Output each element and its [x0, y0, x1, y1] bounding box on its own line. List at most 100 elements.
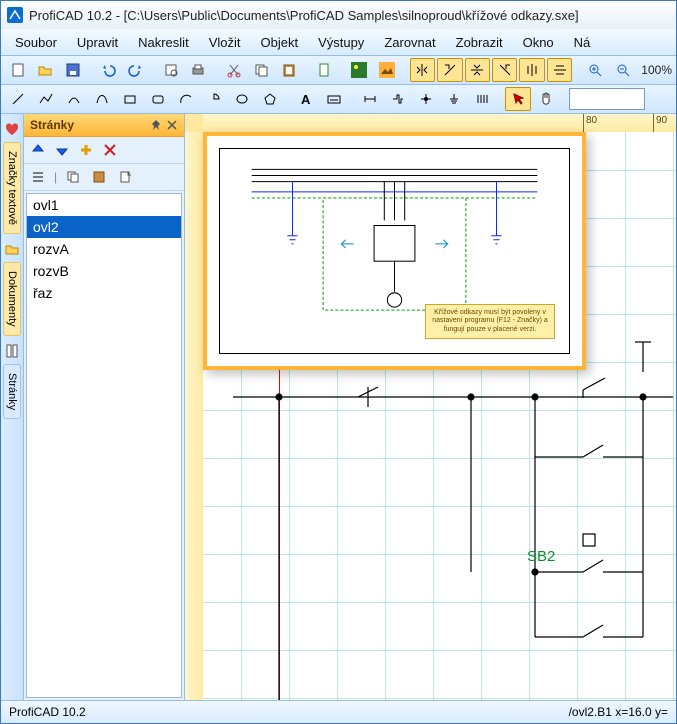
- list-item[interactable]: ovl1: [27, 194, 181, 216]
- print-button[interactable]: [186, 58, 211, 82]
- app-window: ProfiCAD 10.2 - [C:\Users\Public\Documen…: [0, 0, 677, 724]
- toolbar-draw: A: [1, 85, 676, 114]
- list-item[interactable]: ovl2: [27, 216, 181, 238]
- panel-tools2: |: [24, 164, 184, 191]
- list-item[interactable]: řaz: [27, 282, 181, 304]
- menu-nakreslit[interactable]: Nakreslit: [128, 31, 199, 54]
- mirror-v-button[interactable]: [547, 58, 572, 82]
- cut-button[interactable]: [221, 58, 246, 82]
- menu-upravit[interactable]: Upravit: [67, 31, 128, 54]
- drawing-canvas[interactable]: SB2: [203, 132, 676, 700]
- vtab-stranky[interactable]: Stránky: [3, 364, 21, 419]
- polygon-tool[interactable]: [257, 87, 283, 111]
- copy-page-button[interactable]: [63, 167, 83, 187]
- copy-button[interactable]: [249, 58, 274, 82]
- label-tool[interactable]: [321, 87, 347, 111]
- panel-title: Stránky: [24, 114, 184, 137]
- window-title: ProfiCAD 10.2 - [C:\Users\Public\Documen…: [29, 8, 579, 23]
- folder-icon[interactable]: [4, 241, 20, 257]
- component-label-sb2: SB2: [527, 548, 555, 565]
- close-icon[interactable]: [166, 119, 178, 131]
- redo-button[interactable]: [123, 58, 148, 82]
- new-page-button[interactable]: [115, 167, 135, 187]
- new-button[interactable]: [5, 58, 30, 82]
- list-item[interactable]: rozvB: [27, 260, 181, 282]
- move-down-button[interactable]: [52, 140, 72, 160]
- ellipse-tool[interactable]: [229, 87, 255, 111]
- mirror-h-button[interactable]: [519, 58, 544, 82]
- pages-panel: Stránky | ovl1 ovl2: [24, 114, 185, 700]
- image1-button[interactable]: [347, 58, 372, 82]
- wire-tool[interactable]: [385, 87, 411, 111]
- bus-tool[interactable]: [469, 87, 495, 111]
- list-item[interactable]: rozvA: [27, 238, 181, 260]
- vtab-dokumenty[interactable]: Dokumenty: [3, 262, 21, 336]
- save-button[interactable]: [60, 58, 85, 82]
- zoom-in-button[interactable]: [582, 58, 607, 82]
- pan-tool[interactable]: [533, 87, 559, 111]
- heart-icon[interactable]: [4, 121, 20, 137]
- menu-objekt[interactable]: Objekt: [250, 31, 308, 54]
- menu-zarovnat[interactable]: Zarovnat: [374, 31, 445, 54]
- undo-button[interactable]: [95, 58, 120, 82]
- toolbar-main: 100%: [1, 56, 676, 85]
- open-button[interactable]: [32, 58, 57, 82]
- paste-button[interactable]: [276, 58, 301, 82]
- zoom-level[interactable]: 100%: [641, 63, 672, 77]
- canvas-area: 80 90: [185, 114, 676, 700]
- pages-list[interactable]: ovl1 ovl2 rozvA rozvB řaz: [26, 193, 182, 698]
- menu-more[interactable]: Ná: [564, 31, 601, 54]
- pages-icon[interactable]: [4, 343, 20, 359]
- move-up-button[interactable]: [28, 140, 48, 160]
- panel-tools: [24, 137, 184, 164]
- bezier-tool[interactable]: [89, 87, 115, 111]
- menu-zobrazit[interactable]: Zobrazit: [446, 31, 513, 54]
- vtab-znacky[interactable]: Značky textově: [3, 142, 21, 234]
- pie-tool[interactable]: [201, 87, 227, 111]
- titlebar: ProfiCAD 10.2 - [C:\Users\Public\Documen…: [1, 1, 676, 29]
- text-tool[interactable]: A: [293, 87, 319, 111]
- preview-note: Křížové odkazy musí být povoleny v nasta…: [425, 304, 555, 339]
- statusbar: ProfiCAD 10.2 /ovl2.B1 x=16.0 y=: [1, 700, 676, 723]
- main-area: Značky textově Dokumenty Stránky Stránky: [1, 114, 676, 700]
- pin-icon[interactable]: [150, 119, 162, 131]
- curve-tool[interactable]: [61, 87, 87, 111]
- zoom-out-button[interactable]: [610, 58, 635, 82]
- page-preview-tooltip: Křížové odkazy musí být povoleny v nasta…: [203, 132, 586, 370]
- vertical-tabs: Značky textově Dokumenty Stránky: [1, 114, 24, 700]
- ruler-vertical: [185, 132, 204, 700]
- junction-tool[interactable]: [413, 87, 439, 111]
- roundrect-tool[interactable]: [145, 87, 171, 111]
- rotate-right-button[interactable]: [492, 58, 517, 82]
- menu-vlozit[interactable]: Vložit: [199, 31, 251, 54]
- menu-okno[interactable]: Okno: [513, 31, 564, 54]
- rect-tool[interactable]: [117, 87, 143, 111]
- ground-tool[interactable]: [441, 87, 467, 111]
- menu-soubor[interactable]: Soubor: [5, 31, 67, 54]
- rotate-left-button[interactable]: [437, 58, 462, 82]
- menubar: Soubor Upravit Nakreslit Vložit Objekt V…: [1, 29, 676, 56]
- print-preview-button[interactable]: [158, 58, 183, 82]
- flip-h-button[interactable]: [410, 58, 435, 82]
- image2-button[interactable]: [374, 58, 399, 82]
- menu-vystupy[interactable]: Výstupy: [308, 31, 374, 54]
- select-tool[interactable]: [505, 87, 531, 111]
- arc-tool[interactable]: [173, 87, 199, 111]
- ruler-tick: 90: [653, 114, 667, 132]
- coord-input[interactable]: [569, 88, 645, 110]
- dimension-tool[interactable]: [357, 87, 383, 111]
- page-button[interactable]: [311, 58, 336, 82]
- polyline-tool[interactable]: [33, 87, 59, 111]
- ruler-tick: 80: [583, 114, 597, 132]
- list-view-button[interactable]: [28, 167, 48, 187]
- ruler-corner: [185, 114, 204, 133]
- flip-v-button[interactable]: [465, 58, 490, 82]
- paste-page-button[interactable]: [89, 167, 109, 187]
- line-tool[interactable]: [5, 87, 31, 111]
- delete-page-button[interactable]: [100, 140, 120, 160]
- panel-title-text: Stránky: [30, 118, 74, 132]
- status-left: ProfiCAD 10.2: [9, 705, 86, 719]
- add-page-button[interactable]: [76, 140, 96, 160]
- app-icon: [7, 7, 23, 23]
- svg-text:A: A: [301, 92, 311, 107]
